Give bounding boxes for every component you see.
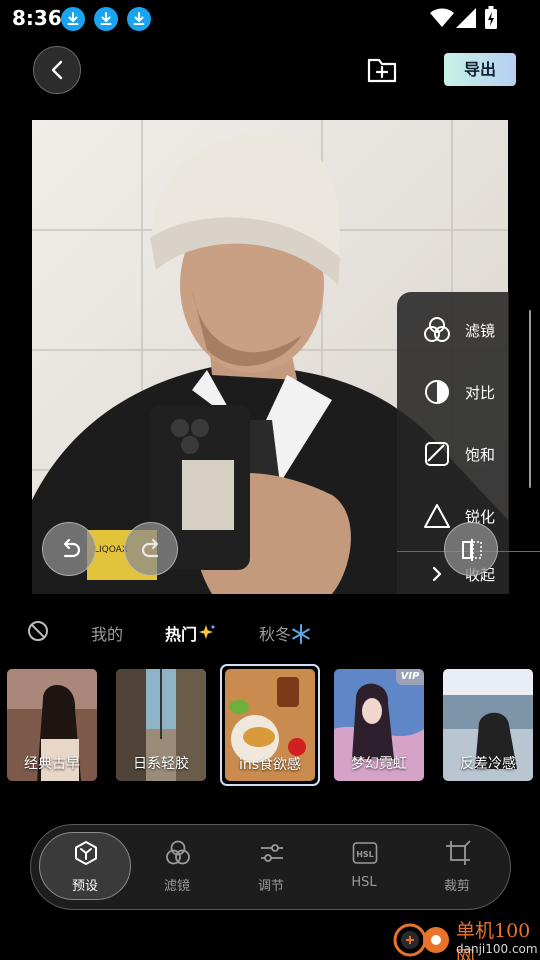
nav-label: 裁剪 (443, 879, 470, 894)
status-time: 8:36 (12, 6, 62, 30)
adjust-filter[interactable]: 滤镜 (397, 310, 509, 350)
adjust-saturation-label: 饱和 (465, 446, 496, 464)
watermark-logo-icon (393, 923, 449, 957)
preset-ins-appetite[interactable]: ins食欲感 (220, 664, 320, 786)
site-watermark: 单机100网 danji100.com (392, 916, 540, 960)
chevron-right-icon (432, 566, 442, 582)
undo-icon (63, 538, 81, 558)
preset-hexagon-icon (75, 841, 97, 865)
nav-filter[interactable]: 滤镜 (131, 825, 223, 911)
tab-hot[interactable]: 热门 (165, 621, 197, 645)
export-button[interactable]: 导出 (444, 53, 516, 86)
tab-autumn-winter[interactable]: 秋冬 (259, 621, 291, 645)
sliders-icon (261, 844, 283, 862)
preset-row: 经典古早 日系轻胶 ins食欲感 VIP 梦幻霓虹 反差冷感 (0, 664, 540, 786)
nav-adjust[interactable]: 调节 (225, 825, 317, 911)
sparkle-icon (199, 625, 215, 639)
signal-icon (456, 8, 476, 32)
nav-label: 滤镜 (163, 879, 190, 894)
nav-preset[interactable]: 预设 (33, 825, 131, 911)
wifi-icon (430, 8, 454, 32)
no-filter-icon[interactable] (27, 620, 49, 642)
undo-button[interactable] (42, 522, 96, 576)
download-icon (61, 7, 85, 31)
adjust-filter-label: 滤镜 (465, 322, 496, 340)
back-button[interactable] (33, 46, 81, 94)
vip-badge: VIP (396, 669, 424, 685)
adjust-saturation[interactable]: 饱和 (397, 434, 509, 474)
filter-circles-icon (424, 317, 450, 342)
nav-label: HSL (351, 875, 377, 890)
filter-circles-icon (166, 840, 190, 865)
compare-button[interactable] (444, 522, 498, 576)
chevron-left-icon (51, 60, 63, 80)
folder-plus-icon (367, 58, 397, 83)
filter-tabs: 我的 热门 秋冬 (0, 614, 540, 650)
battery-charging-icon (484, 6, 498, 34)
preset-label: 反差冷感 (460, 756, 516, 772)
preset-dream-neon[interactable]: VIP 梦幻霓虹 (334, 669, 424, 781)
svg-text:HSL: HSL (356, 850, 374, 859)
hsl-icon: HSL (352, 842, 378, 864)
tab-mine[interactable]: 我的 (91, 621, 123, 645)
adjust-contrast-label: 对比 (465, 384, 496, 402)
bottom-nav: 预设 滤镜 调节 HSL HSL 裁剪 (30, 824, 511, 910)
adjust-contrast[interactable]: 对比 (397, 372, 509, 412)
preset-label: 梦幻霓虹 (351, 756, 407, 772)
redo-button[interactable] (124, 522, 178, 576)
preset-label: ins食欲感 (238, 757, 302, 773)
preset-classic[interactable]: 经典古早 (7, 669, 97, 781)
sharpen-triangle-icon (424, 504, 450, 528)
panel-scrollbar[interactable] (529, 310, 531, 488)
preset-japanese[interactable]: 日系轻胶 (116, 669, 206, 781)
crop-icon (446, 840, 471, 865)
preset-label: 经典古早 (24, 756, 80, 772)
saturation-icon (425, 442, 449, 466)
redo-icon (141, 538, 159, 558)
nav-label: 调节 (257, 879, 284, 894)
nav-crop[interactable]: 裁剪 (411, 825, 503, 911)
watermark-line2: danji100.com (456, 942, 538, 956)
preset-contrast-cool[interactable]: 反差冷感 (443, 669, 533, 781)
status-bar: 8:36 (0, 0, 540, 36)
svg-text:LIQOAX: LIQOAX (94, 545, 128, 555)
nav-hsl[interactable]: HSL HSL (318, 825, 410, 911)
download-icon (94, 7, 118, 31)
new-folder-button[interactable] (364, 52, 400, 88)
compare-icon (462, 539, 482, 561)
preset-label: 日系轻胶 (133, 756, 189, 772)
nav-label: 预设 (71, 879, 98, 894)
contrast-icon (425, 380, 449, 404)
snowflake-icon (292, 624, 310, 644)
download-icon (127, 7, 151, 31)
